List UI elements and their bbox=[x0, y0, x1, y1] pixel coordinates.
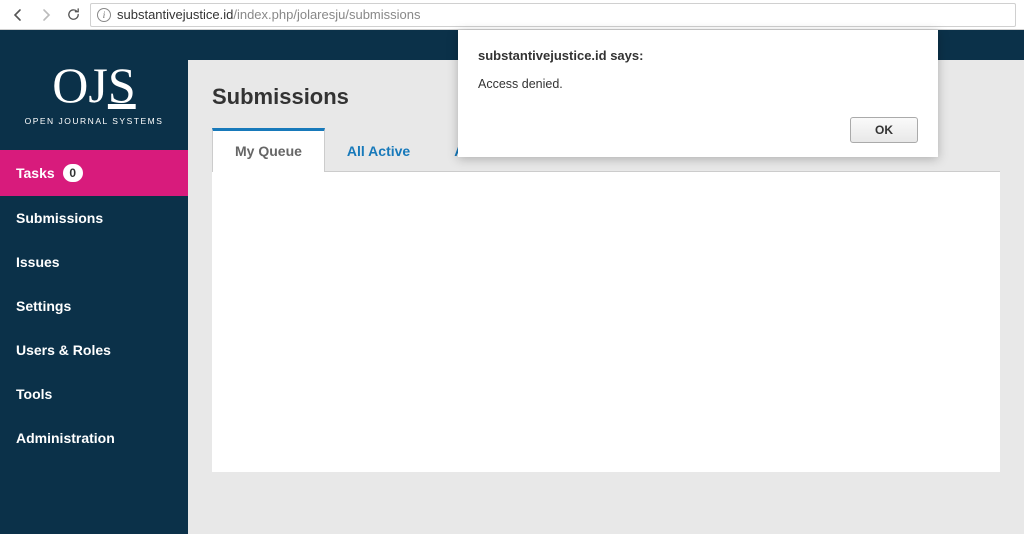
ok-button[interactable]: OK bbox=[850, 117, 918, 143]
alert-actions: OK bbox=[478, 117, 918, 143]
sidebar-item-settings[interactable]: Settings bbox=[0, 284, 188, 328]
sidebar: OJS OPEN JOURNAL SYSTEMS Tasks 0 Submiss… bbox=[0, 30, 188, 534]
sidebar-item-label: Administration bbox=[16, 430, 115, 446]
tasks-badge: 0 bbox=[63, 164, 83, 182]
tab-my-queue[interactable]: My Queue bbox=[212, 128, 325, 172]
reload-button[interactable] bbox=[64, 6, 82, 24]
sidebar-item-label: Tasks bbox=[16, 165, 55, 181]
sidebar-item-administration[interactable]: Administration bbox=[0, 416, 188, 460]
alert-dialog: substantivejustice.id says: Access denie… bbox=[458, 30, 938, 157]
sidebar-item-issues[interactable]: Issues bbox=[0, 240, 188, 284]
alert-message: Access denied. bbox=[478, 77, 918, 91]
sidebar-item-label: Users & Roles bbox=[16, 342, 111, 358]
address-bar[interactable]: i substantivejustice.id/index.php/jolare… bbox=[90, 3, 1016, 27]
back-button[interactable] bbox=[8, 5, 28, 25]
sidebar-item-label: Settings bbox=[16, 298, 71, 314]
site-info-icon[interactable]: i bbox=[97, 8, 111, 22]
sidebar-item-submissions[interactable]: Submissions bbox=[0, 196, 188, 240]
logo-subtitle: OPEN JOURNAL SYSTEMS bbox=[20, 116, 168, 126]
sidebar-item-tools[interactable]: Tools bbox=[0, 372, 188, 416]
sidebar-item-label: Tools bbox=[16, 386, 52, 402]
logo[interactable]: OJS OPEN JOURNAL SYSTEMS bbox=[0, 30, 188, 150]
sidebar-item-tasks[interactable]: Tasks 0 bbox=[0, 150, 188, 196]
forward-button[interactable] bbox=[36, 5, 56, 25]
browser-toolbar: i substantivejustice.id/index.php/jolare… bbox=[0, 0, 1024, 30]
sidebar-item-users-roles[interactable]: Users & Roles bbox=[0, 328, 188, 372]
logo-title: OJS bbox=[20, 60, 168, 110]
sidebar-item-label: Submissions bbox=[16, 210, 103, 226]
tab-content bbox=[212, 172, 1000, 472]
url-text: substantivejustice.id/index.php/jolaresj… bbox=[117, 7, 421, 22]
tab-all-active[interactable]: All Active bbox=[325, 128, 432, 171]
sidebar-item-label: Issues bbox=[16, 254, 60, 270]
alert-title: substantivejustice.id says: bbox=[478, 48, 918, 63]
